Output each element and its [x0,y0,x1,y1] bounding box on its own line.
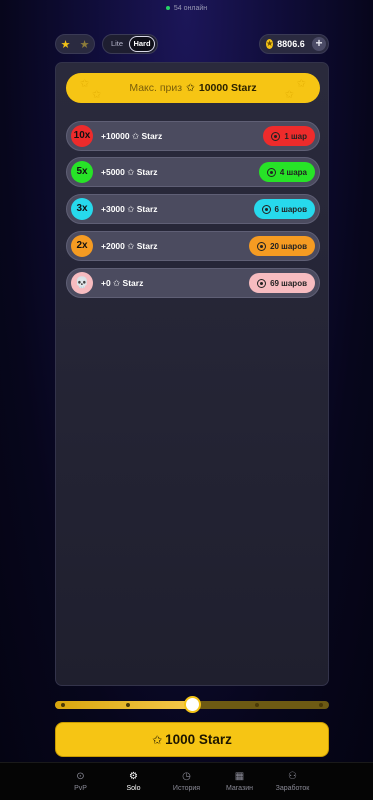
prize-panel: ✩ ✩ ✩ ✩ Макс. приз ✩ 10000 Starz 10x +100… [55,62,329,686]
slider-tick[interactable] [319,703,323,707]
ball-icon [257,241,267,251]
prize-amount: +0 ✩ Starz [101,277,144,288]
max-prize-label: Макс. приз [129,82,183,94]
online-dot [165,6,170,11]
decor-star-icon: ✩ [92,89,102,101]
prize-row: 5x +5000 ✩ Starz 4 шара [66,157,320,187]
bottom-nav: ⊙ PvP ⚙ Solo ◷ История ▦ Магазин ⚇ Заработок [0,762,373,800]
bet-button-label: 1000 Starz [165,732,232,747]
online-count: 54 онлайн [173,5,208,12]
ball-icon [271,131,281,141]
mode-option-hard[interactable]: Hard [129,36,155,52]
pvp-icon: ⊙ [76,771,85,782]
prize-amount: +5000 ✩ Starz [101,166,158,177]
skull-icon: 💀 [71,272,93,294]
add-balance-button[interactable]: + [312,37,326,51]
nav-label: Заработок [275,785,310,792]
star-icon: ✩ [186,82,195,94]
nav-item-история[interactable]: ◷ История [160,763,213,800]
balance-value: 8806.6 [277,39,305,49]
max-prize-value: 10000 Starz [198,82,257,94]
bet-button[interactable]: ✩ 1000 Starz [55,722,329,757]
prize-row: 💀 +0 ✩ Starz 69 шаров [66,268,320,298]
ball-count-badge: 4 шара [258,162,315,182]
nav-item-заработок[interactable]: ⚇ Заработок [266,763,319,800]
ball-count-badge: 69 шаров [249,273,315,293]
star-coin-icon: ★ [266,39,274,49]
favorites-pill[interactable]: ★ ★ [55,34,95,54]
slider-tick[interactable] [125,703,130,707]
ball-count-text: 6 шаров [274,204,307,214]
nav-label: История [172,785,201,792]
gear-icon: ⚙ [129,771,138,782]
ball-count-text: 69 шаров [270,278,307,288]
multiplier-badge: 2x [71,235,93,257]
users-icon: ⚇ [288,771,297,782]
prize-row: 10x +10000 ✩ Starz 1 шар [66,121,320,151]
decor-star-icon: ✩ [284,89,294,101]
mode-option-lite[interactable]: Lite [105,36,129,52]
star-icon[interactable]: ★ [61,38,71,51]
max-prize-banner: ✩ ✩ ✩ ✩ Макс. приз ✩ 10000 Starz [66,73,320,103]
prize-row: 2x +2000 ✩ Starz 20 шаров [66,231,320,261]
ball-count-badge: 6 шаров [253,199,315,219]
ball-icon [257,278,267,288]
ball-count-text: 20 шаров [270,241,307,251]
slider-fill [55,701,192,709]
slider-tick[interactable] [61,703,65,707]
ball-count-badge: 20 шаров [249,236,315,256]
star-outline-icon[interactable]: ★ [80,38,90,51]
balance-display: ★ 8806.6 + [259,34,329,54]
prize-amount: +3000 ✩ Starz [101,203,158,214]
nav-item-solo[interactable]: ⚙ Solo [107,763,160,800]
decor-star-icon: ✩ [296,78,306,90]
ball-icon [261,204,271,214]
star-icon: ✩ [152,732,163,747]
multiplier-badge: 3x [71,198,93,220]
multiplier-badge: 10x [71,125,93,147]
nav-label: Магазин [225,785,253,792]
ball-icon [266,167,276,177]
mode-toggle[interactable]: Lite Hard [102,34,158,54]
slider-tick[interactable] [254,703,259,707]
bet-slider[interactable] [55,696,329,713]
prize-row: 3x +3000 ✩ Starz 6 шаров [66,194,320,224]
nav-item-pvp[interactable]: ⊙ PvP [54,763,107,800]
online-indicator: 54 онлайн [0,5,373,12]
multiplier-badge: 5x [71,161,93,183]
prize-amount: +2000 ✩ Starz [101,240,158,251]
ball-count-text: 1 шар [284,131,307,141]
history-icon: ◷ [182,771,191,782]
decor-star-icon: ✩ [80,78,90,90]
ball-count-text: 4 шара [279,167,307,177]
nav-label: PvP [74,785,87,792]
nav-label: Solo [126,785,141,792]
nav-item-магазин[interactable]: ▦ Магазин [213,763,266,800]
shop-icon: ▦ [234,771,245,782]
ball-count-badge: 1 шар [263,126,315,146]
prize-amount: +10000 ✩ Starz [101,130,163,141]
slider-thumb[interactable] [184,696,201,713]
